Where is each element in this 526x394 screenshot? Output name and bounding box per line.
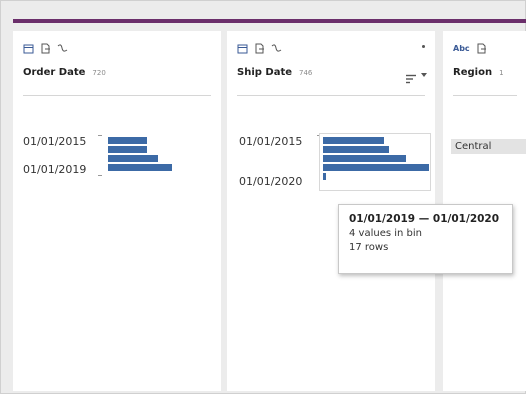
file-icon[interactable] — [40, 43, 51, 54]
profile-card-order-date[interactable]: Order Date 720 01/01/2015 01/01/2019 — [13, 31, 221, 391]
histogram-bar[interactable] — [323, 173, 326, 180]
field-icons: Abc — [453, 41, 487, 55]
range-label-end: 01/01/2020 — [239, 175, 303, 188]
field-name[interactable]: Region — [453, 67, 492, 78]
axis-tick — [98, 175, 102, 176]
range-label-start: 01/01/2015 — [23, 135, 87, 148]
header-divider — [23, 95, 211, 96]
field-count: 1 — [499, 69, 504, 77]
range-label-start: 01/01/2015 — [239, 135, 303, 148]
calendar-icon[interactable] — [23, 43, 34, 54]
string-type-icon[interactable]: Abc — [453, 44, 470, 53]
tooltip-values: 4 values in bin — [349, 228, 423, 239]
sort-icon[interactable] — [405, 69, 417, 84]
header-divider — [453, 95, 517, 96]
field-icons — [237, 41, 282, 55]
field-change-icon[interactable] — [57, 43, 68, 54]
histogram-bar[interactable] — [323, 164, 429, 171]
file-icon[interactable] — [476, 43, 487, 54]
step-color-bar — [13, 19, 526, 23]
axis-tick — [98, 135, 102, 136]
field-icons — [23, 41, 68, 55]
header-divider — [237, 95, 425, 96]
field-header: Ship Date 746 — [237, 67, 425, 83]
histogram-bar[interactable] — [108, 155, 158, 162]
histogram-bar[interactable] — [108, 146, 147, 153]
category-value[interactable]: Central — [451, 139, 526, 154]
field-change-icon[interactable] — [271, 43, 282, 54]
histogram-bar[interactable] — [108, 137, 147, 144]
tooltip-title: 01/01/2019 — 01/01/2020 — [349, 213, 500, 225]
histogram-bar[interactable] — [323, 146, 389, 153]
flow-profile-pane: Order Date 720 01/01/2015 01/01/2019 Shi… — [0, 0, 526, 394]
chevron-down-icon[interactable] — [421, 73, 427, 77]
calendar-icon[interactable] — [237, 43, 248, 54]
histogram-bar[interactable] — [323, 137, 384, 144]
histogram-bar[interactable] — [323, 155, 406, 162]
bin-tooltip: 01/01/2019 — 01/01/2020 4 values in bin … — [338, 204, 513, 274]
range-label-end: 01/01/2019 — [23, 163, 87, 176]
field-header: Order Date 720 — [23, 67, 211, 83]
field-header: Region 1 — [453, 67, 517, 83]
tooltip-rows: 17 rows — [349, 242, 389, 253]
histogram-bar[interactable] — [108, 164, 172, 171]
field-name[interactable]: Order Date — [23, 67, 85, 78]
field-name[interactable]: Ship Date — [237, 67, 292, 78]
file-icon[interactable] — [254, 43, 265, 54]
field-count: 720 — [92, 69, 106, 77]
field-count: 746 — [299, 69, 313, 77]
more-icon[interactable] — [422, 45, 425, 48]
